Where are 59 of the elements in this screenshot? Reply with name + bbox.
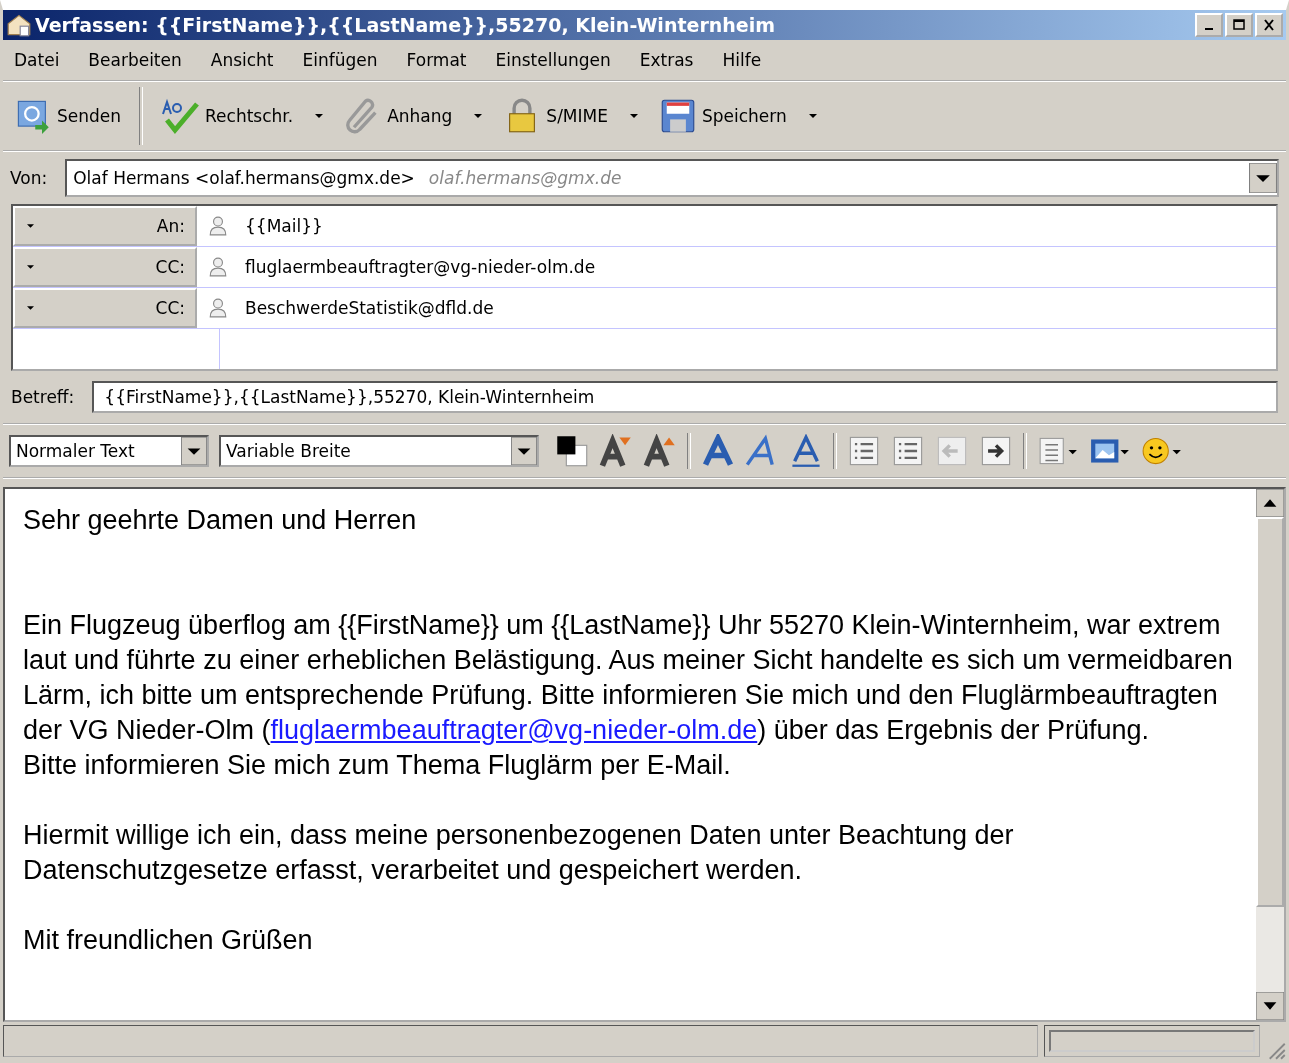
bold-icon[interactable] (701, 434, 735, 468)
recipient-address[interactable]: fluglaermbeauftragter@vg-nieder-olm.de (245, 257, 596, 277)
font-dropdown[interactable]: Variable Breite (219, 435, 539, 467)
minimize-button[interactable] (1195, 13, 1223, 37)
dropdown-arrow-icon (511, 437, 537, 465)
paragraph-style-dropdown[interactable]: Normaler Text (9, 435, 209, 467)
close-icon (1262, 19, 1276, 31)
spellcheck-icon (161, 98, 202, 134)
caret-icon (27, 224, 34, 228)
dropdown-arrow-icon (181, 437, 207, 465)
dropdown-arrow-icon (1249, 163, 1277, 193)
recipient-address[interactable]: BeschwerdeStatistik@dfld.de (245, 298, 494, 318)
recipient-type-dropdown[interactable]: An: (13, 206, 197, 246)
menu-item[interactable]: Einstellungen (495, 50, 611, 70)
close-button[interactable] (1255, 13, 1283, 37)
body-paragraph: Bitte informieren Sie mich zum Thema Fluglärm per E-Mail. (23, 749, 732, 782)
menu-item[interactable]: Extras (639, 50, 694, 70)
body-paragraph: Ein Flugzeug überflog am {{FirstName}} um {{LastName}} Uhr 55270 Klein-Winternheim, war extrem laut und führte zu einer erheblichen Belästigung. Aus meiner Sicht handelte es sich um vermeidbaren Lärm, ich bitte um entsprechende Prüfung. Bitte informieren Sie mich und den Fluglärmbeauftragten der VG Nieder-Olm (fluglaermbeauftragter@vg-nieder-olm.de) über das Ergebnis der Prüfung. (23, 609, 1234, 747)
person-icon (209, 216, 227, 236)
body-paragraph: Hiermit willige ich ein, dass meine personenbezogenen Daten unter Beachtung der Datenschutzgesetze erfasst, verarbeitet und gespeichert werden. (23, 819, 1015, 887)
email-link[interactable]: fluglaermbeauftragter@vg-nieder-olm.de (270, 715, 758, 745)
person-icon (209, 257, 227, 277)
toolbar-button[interactable]: Anhang (341, 96, 485, 136)
menu-item[interactable]: Bearbeiten (88, 50, 182, 70)
body-paragraph: Mit freundlichen Grüßen (23, 924, 314, 957)
menu-item[interactable]: Einfügen (302, 50, 378, 70)
subject-label: Betreff: (11, 387, 75, 407)
menu-item[interactable]: Datei (14, 50, 60, 70)
body-paragraph: Sehr geehrte Damen und Herren (23, 504, 418, 537)
menu-item[interactable]: Hilfe (722, 50, 762, 70)
from-label: Von: (10, 168, 48, 188)
scroll-up-icon[interactable] (1256, 489, 1284, 517)
font-smaller-icon[interactable] (643, 434, 677, 468)
from-dropdown[interactable]: Olaf Hermans <olaf.hermans@gmx.de> olaf.hermans@gmx.de (65, 159, 1279, 197)
person-icon (209, 298, 227, 318)
underline-icon[interactable] (789, 434, 823, 468)
window-title: Verfassen: {{FirstName}},{{LastName}},55270, Klein-Winternheim (35, 14, 775, 36)
caret-icon (27, 265, 34, 269)
recipient-type-dropdown[interactable]: CC: (13, 247, 197, 287)
recipient-type-dropdown[interactable]: CC: (13, 288, 197, 328)
recipient-address[interactable]: {{Mail}} (245, 216, 323, 236)
caret-icon (27, 306, 34, 310)
numbered-list-icon[interactable] (891, 434, 925, 468)
font-larger-icon[interactable] (599, 434, 633, 468)
maximize-icon (1232, 19, 1246, 31)
bullet-list-icon[interactable] (847, 434, 881, 468)
maximize-button[interactable] (1225, 13, 1253, 37)
menu-item[interactable]: Ansicht (210, 50, 274, 70)
subject-field[interactable]: {{FirstName}},{{LastName}},55270, Klein-Winternheim (92, 381, 1278, 413)
minimize-icon (1205, 28, 1213, 30)
scrollbar[interactable] (1256, 489, 1284, 1020)
toolbar-button[interactable]: S/MIME (500, 96, 640, 136)
toolbar-button[interactable]: Senden (11, 96, 124, 136)
toolbar-button[interactable]: Speichern (655, 96, 819, 136)
color-picker-icon[interactable] (555, 434, 589, 468)
indent-icon[interactable] (979, 434, 1013, 468)
scroll-down-icon[interactable] (1256, 992, 1284, 1020)
menu-item[interactable]: Format (406, 50, 467, 70)
toolbar-button[interactable]: Rechtschr. (159, 96, 326, 136)
